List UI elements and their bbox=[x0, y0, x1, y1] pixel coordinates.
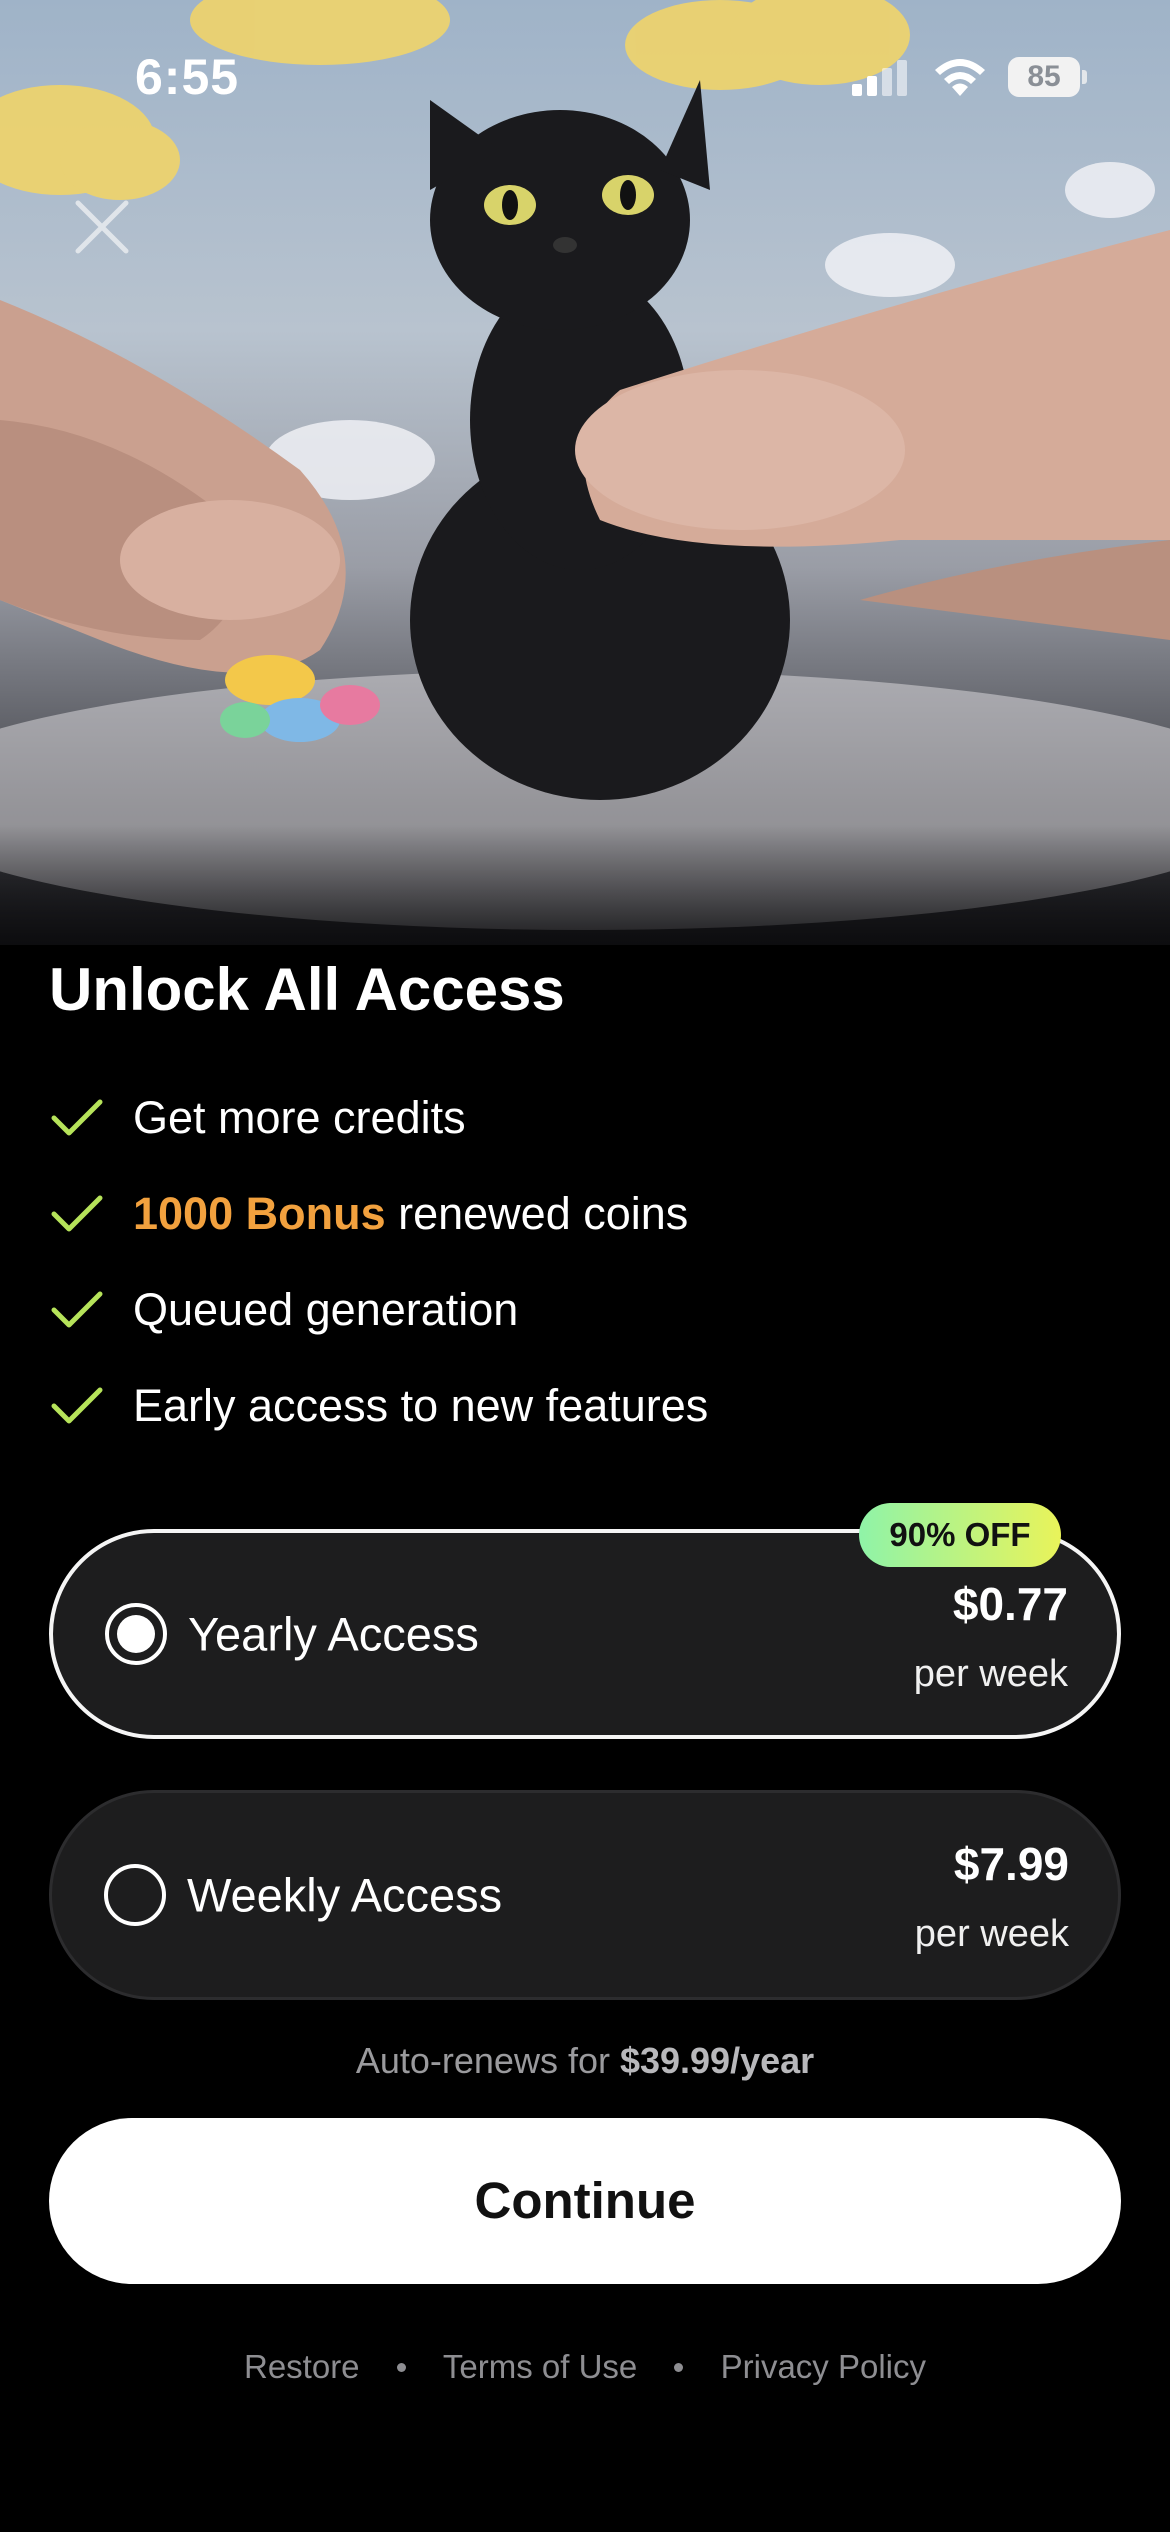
feature-item: Early access to new features bbox=[49, 1376, 708, 1436]
feature-label: Early access to new features bbox=[133, 1380, 709, 1431]
footer-links: Restore Terms of Use Privacy Policy bbox=[0, 2346, 1170, 2386]
radio-selected-icon[interactable] bbox=[105, 1603, 167, 1665]
feature-item: Get more credits bbox=[49, 1088, 466, 1148]
battery-level: 85 bbox=[1008, 57, 1080, 97]
auto-renew-note: Auto-renews for $39.99/year bbox=[0, 2040, 1170, 2082]
feature-text: Queued generation bbox=[133, 1284, 518, 1336]
separator-dot bbox=[396, 2362, 406, 2372]
auto-renew-prefix: Auto-renews for bbox=[355, 2040, 620, 2081]
continue-button[interactable]: Continue bbox=[49, 2118, 1121, 2284]
plan-name: Weekly Access bbox=[187, 1868, 503, 1922]
feature-item: Queued generation bbox=[49, 1280, 518, 1340]
feature-label: Queued generation bbox=[133, 1284, 519, 1335]
separator-dot bbox=[674, 2362, 684, 2372]
feature-label: Get more credits bbox=[133, 1092, 466, 1143]
check-icon bbox=[51, 1195, 103, 1232]
feature-text: 1000 Bonus renewed coins bbox=[133, 1188, 688, 1240]
restore-link[interactable]: Restore bbox=[244, 2348, 360, 2386]
plan-price: $0.77 bbox=[952, 1578, 1068, 1630]
check-icon bbox=[51, 1387, 103, 1424]
plan-name: Yearly Access bbox=[188, 1607, 479, 1661]
feature-item: 1000 Bonus renewed coins bbox=[49, 1184, 688, 1244]
plan-price: $7.99 bbox=[953, 1838, 1069, 1890]
plan-price-unit: per week bbox=[913, 1653, 1068, 1695]
plan-option-weekly[interactable]: Weekly Access $7.99 per week bbox=[49, 1790, 1121, 2000]
status-bar: 6:55 85 bbox=[0, 0, 1170, 150]
feature-text: Early access to new features bbox=[133, 1380, 708, 1432]
battery-indicator: 85 bbox=[1008, 57, 1087, 97]
privacy-link[interactable]: Privacy Policy bbox=[721, 2348, 926, 2386]
discount-badge: 90% OFF bbox=[859, 1503, 1061, 1567]
auto-renew-amount: $39.99/year bbox=[619, 2040, 815, 2081]
wifi-icon bbox=[935, 59, 985, 96]
signal-icon bbox=[852, 60, 907, 96]
close-icon[interactable] bbox=[70, 195, 134, 259]
battery-cap bbox=[1082, 70, 1087, 84]
plan-price-unit: per week bbox=[914, 1913, 1069, 1955]
radio-unselected-icon[interactable] bbox=[104, 1864, 166, 1926]
hero-fade bbox=[0, 825, 1170, 945]
feature-label: renewed coins bbox=[385, 1188, 689, 1239]
feature-text: Get more credits bbox=[133, 1092, 466, 1144]
check-icon bbox=[51, 1291, 103, 1328]
status-time: 6:55 bbox=[135, 49, 240, 105]
check-icon bbox=[51, 1099, 103, 1136]
page-title: Unlock All Access bbox=[49, 956, 565, 1023]
terms-link[interactable]: Terms of Use bbox=[443, 2348, 637, 2386]
feature-highlight: 1000 Bonus bbox=[133, 1188, 386, 1239]
